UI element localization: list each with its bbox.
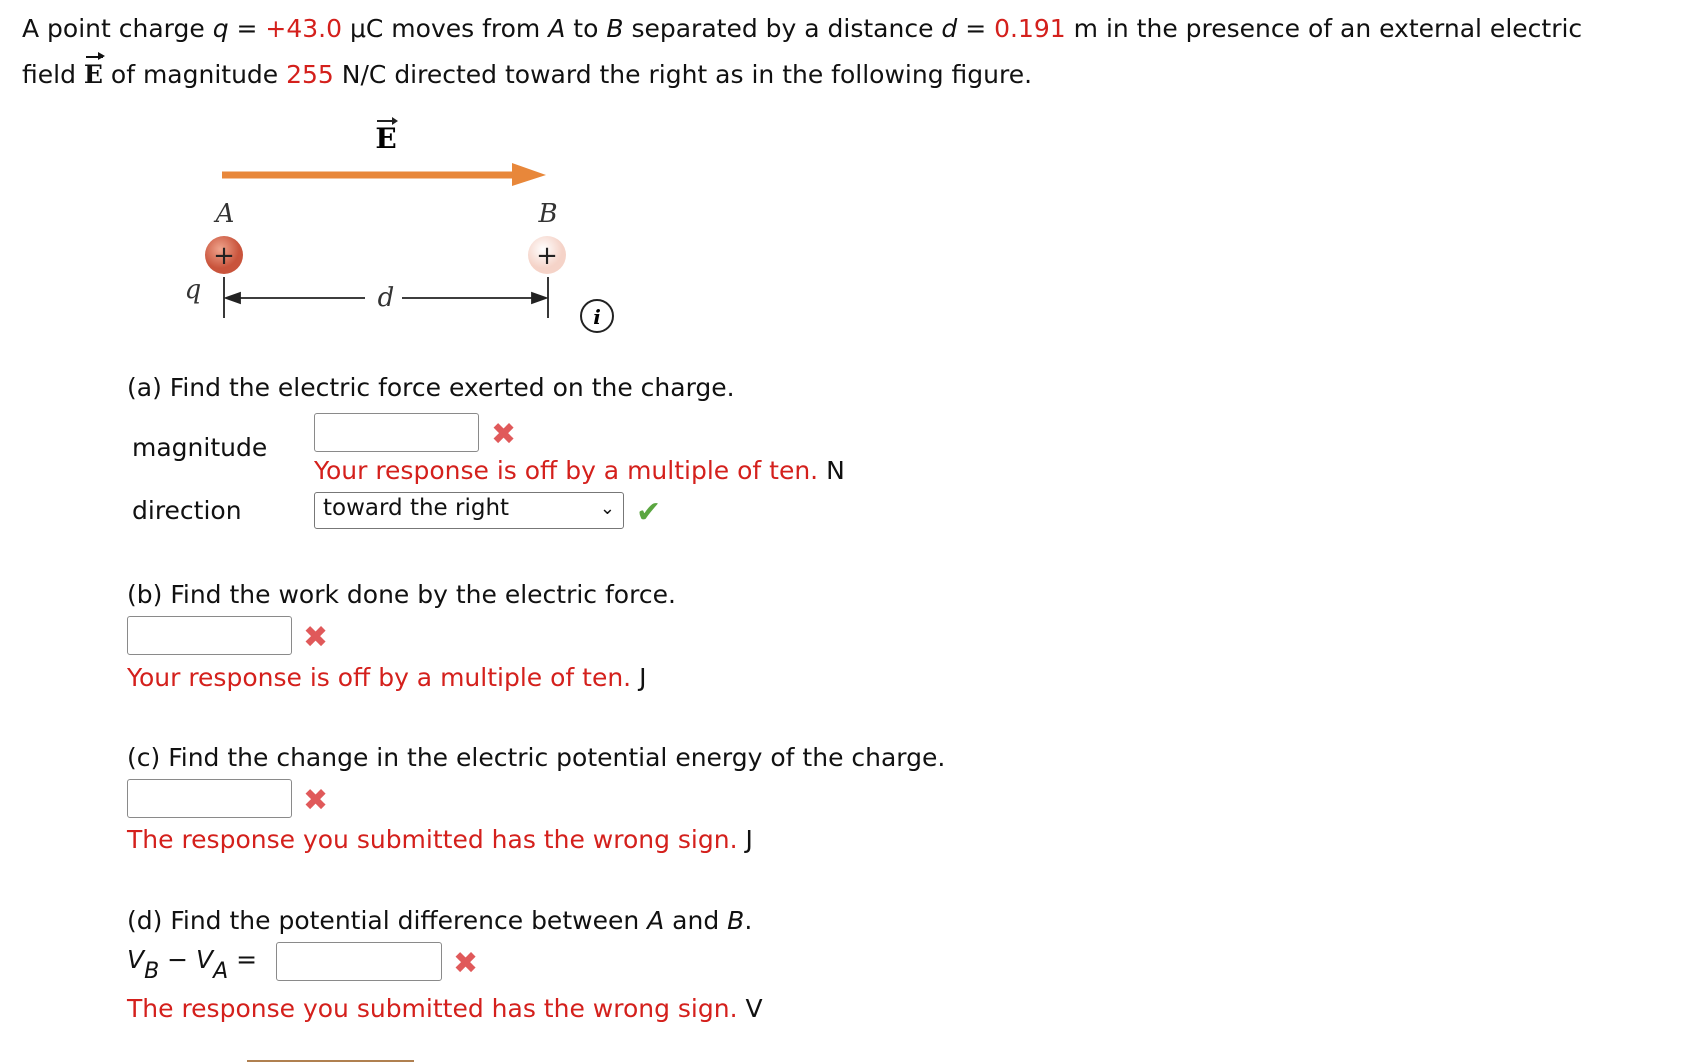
direction-label: direction [132, 496, 242, 525]
work-feedback: Your response is off by a multiple of te… [127, 663, 647, 692]
point-b-label: B [537, 199, 557, 229]
e-field-label: E [375, 122, 396, 155]
distance-value: 0.191 [994, 14, 1066, 43]
info-icon[interactable]: i [580, 299, 614, 333]
svg-text:i[interactable]: i [593, 305, 601, 329]
direction-select[interactable]: toward the right ⌄ [314, 492, 624, 529]
plus-icon: + [536, 241, 558, 271]
d-label: d [378, 283, 395, 313]
plus-icon: + [213, 241, 235, 271]
q-label: q [185, 275, 202, 305]
potential-energy-input[interactable] [127, 779, 292, 818]
part-d-question: (d) Find the potential difference betwee… [127, 906, 753, 935]
part-c-question: (c) Find the change in the electric pote… [127, 743, 946, 772]
magnitude-label: magnitude [132, 433, 268, 462]
potential-difference-feedback: The response you submitted has the wrong… [127, 994, 763, 1023]
correct-icon: ✔ [636, 495, 662, 530]
potential-difference-input[interactable] [276, 942, 442, 981]
wrong-icon: ✖ [491, 417, 517, 452]
point-a-label: A [214, 199, 235, 229]
potential-difference-label: VB − VA = [127, 945, 258, 984]
chevron-down-icon: ⌄ [599, 498, 615, 519]
wrong-icon: ✖ [453, 946, 479, 981]
figure: E A B + + q d i [185, 117, 614, 333]
wrong-icon: ✖ [303, 620, 329, 655]
part-b-question: (b) Find the work done by the electric f… [127, 580, 676, 609]
magnitude-feedback: Your response is off by a multiple of te… [314, 456, 845, 485]
potential-energy-feedback: The response you submitted has the wrong… [127, 825, 753, 854]
part-a-question: (a) Find the electric force exerted on t… [127, 373, 735, 402]
magnitude-input[interactable] [314, 413, 479, 452]
work-input[interactable] [127, 616, 292, 655]
wrong-icon: ✖ [303, 783, 329, 818]
field-arrow [222, 163, 546, 186]
